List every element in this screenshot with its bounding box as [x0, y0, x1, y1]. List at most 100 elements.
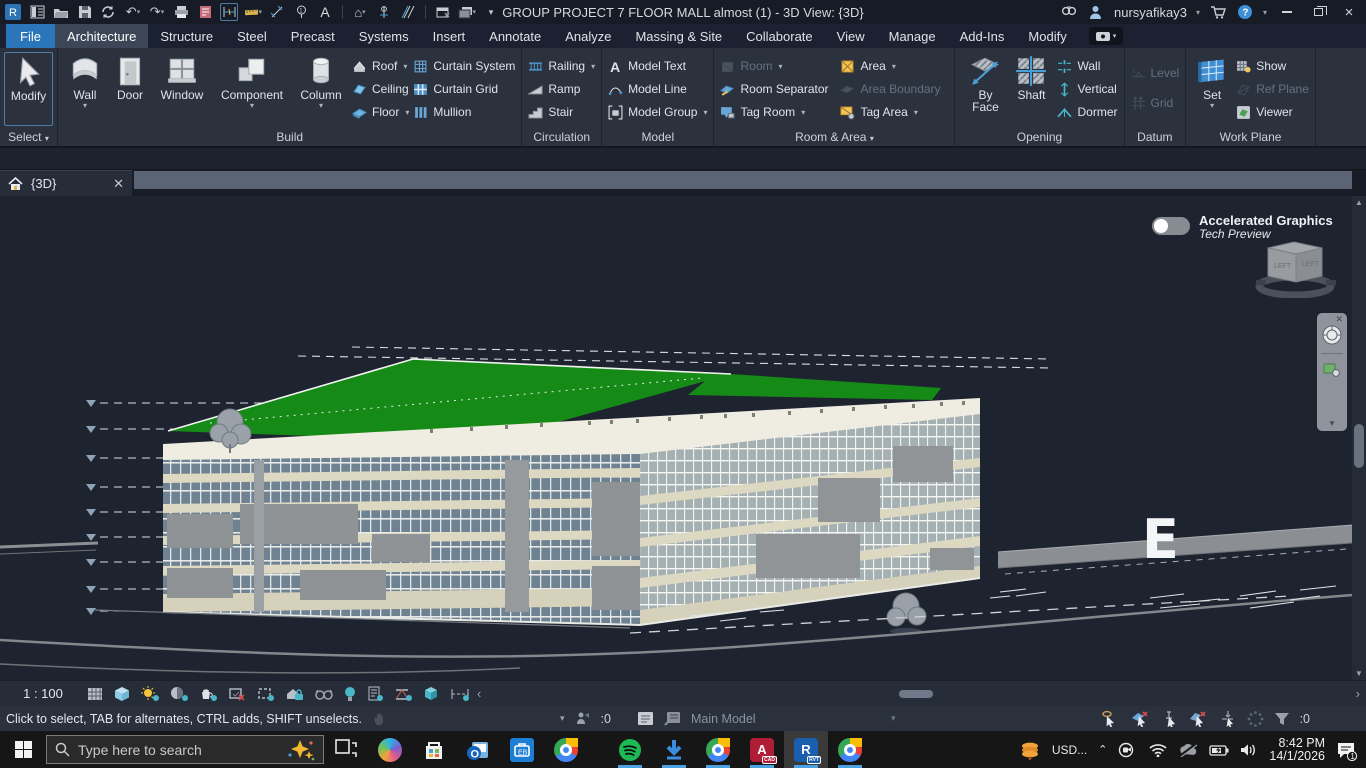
window-button[interactable]: Window	[154, 52, 210, 126]
sun-path-icon[interactable]	[140, 685, 160, 703]
floor-button[interactable]: Floor▾	[352, 101, 409, 123]
vertical-scrollbar-thumb[interactable]	[1354, 424, 1364, 468]
background-processes-icon[interactable]	[1247, 710, 1264, 727]
area-boundary-button[interactable]: Area Boundary	[840, 78, 948, 100]
measure-icon[interactable]: ▾	[244, 3, 262, 21]
customize-qat-icon[interactable]: ▾	[482, 3, 500, 21]
currency-widget-icon[interactable]	[1019, 739, 1041, 761]
panel-label-room-area[interactable]: Room & Area ▾	[714, 130, 954, 144]
shadows-icon[interactable]	[169, 685, 189, 703]
select-links-icon[interactable]	[1101, 710, 1121, 727]
chrome-window-2-button[interactable]	[828, 731, 872, 768]
door-button[interactable]: Door	[110, 52, 150, 126]
close-view-icon[interactable]: ✕	[113, 176, 124, 192]
restore-button[interactable]	[1307, 3, 1329, 21]
room-button[interactable]: Room▾	[720, 55, 836, 77]
tab-analyze[interactable]: Analyze	[553, 24, 623, 48]
outlook-button[interactable]: O	[456, 731, 500, 768]
scale-button[interactable]: 1 : 100	[14, 686, 72, 701]
visual-style-icon[interactable]	[113, 685, 131, 703]
vertical-scrollbar[interactable]: ▲ ▼	[1352, 196, 1366, 680]
aligned-dimension-icon[interactable]	[220, 3, 238, 21]
tab-annotate[interactable]: Annotate	[477, 24, 553, 48]
tab-file[interactable]: File	[6, 24, 55, 48]
column-button[interactable]: Column▾	[294, 52, 348, 126]
sync-icon[interactable]	[100, 3, 118, 21]
minimize-button[interactable]	[1276, 3, 1298, 21]
properties-icon[interactable]	[28, 3, 46, 21]
active-model-label[interactable]: Main Model	[691, 712, 881, 726]
taskbar-search[interactable]: Type here to search	[46, 735, 324, 764]
select-pinned-icon[interactable]	[1161, 710, 1179, 727]
search-icon[interactable]	[1060, 3, 1078, 21]
tab-precast[interactable]: Precast	[279, 24, 347, 48]
worksets-icon[interactable]	[575, 711, 591, 726]
tab-architecture[interactable]: Architecture	[55, 24, 148, 48]
onedrive-icon[interactable]	[1178, 743, 1198, 757]
tab-insert[interactable]: Insert	[421, 24, 478, 48]
open-icon[interactable]	[52, 3, 70, 21]
hidden-icons-chevron[interactable]: ⌃	[1098, 743, 1107, 756]
start-button[interactable]	[0, 731, 46, 768]
currency-label[interactable]: USD...	[1052, 743, 1087, 757]
ceiling-button[interactable]: Ceiling	[352, 78, 409, 100]
close-inactive-windows-icon[interactable]	[434, 3, 452, 21]
area-button[interactable]: Area▾	[840, 55, 948, 77]
grid-button[interactable]: Grid	[1131, 92, 1180, 114]
tab-view[interactable]: View	[825, 24, 877, 48]
meet-now-icon[interactable]	[1118, 742, 1138, 758]
component-button[interactable]: Component▾	[214, 52, 290, 126]
revit-logo-icon[interactable]: R	[4, 3, 22, 21]
tab-add-ins[interactable]: Add-Ins	[948, 24, 1017, 48]
drag-on-selection-icon[interactable]	[1219, 710, 1237, 727]
wall-button[interactable]: Wall▾	[64, 52, 106, 126]
tab-steel[interactable]: Steel	[225, 24, 279, 48]
tab-structure[interactable]: Structure	[148, 24, 225, 48]
view-tab-3d[interactable]: {3D} ✕	[0, 170, 132, 196]
roof-button[interactable]: Roof▾	[352, 55, 409, 77]
navbar-close-icon[interactable]: ✕	[1335, 315, 1343, 324]
switch-windows-icon[interactable]: ▾	[458, 3, 476, 21]
curtain-system-button[interactable]: Curtain System	[413, 55, 515, 77]
reveal-constraints-icon[interactable]	[449, 685, 471, 703]
mullion-button[interactable]: Mullion	[413, 101, 515, 123]
tab-massing-site[interactable]: Massing & Site	[623, 24, 734, 48]
cart-icon[interactable]	[1209, 3, 1227, 21]
show-work-plane-button[interactable]: Show	[1236, 55, 1309, 77]
accelerated-graphics-toggle[interactable]	[1152, 217, 1190, 235]
help-icon[interactable]: ?	[1236, 3, 1254, 21]
store-button[interactable]	[412, 731, 456, 768]
copilot-button[interactable]	[368, 731, 412, 768]
navigation-bar[interactable]: ✕ ▾	[1317, 313, 1347, 431]
tag-area-button[interactable]: Tag Area▾	[840, 101, 948, 123]
scrollbar-right-icon[interactable]: ›	[1356, 686, 1360, 701]
ramp-button[interactable]: Ramp	[528, 78, 595, 100]
scroll-up-icon[interactable]: ▲	[1352, 198, 1366, 207]
thin-lines-icon[interactable]	[399, 3, 417, 21]
chrome-button[interactable]	[544, 731, 588, 768]
editing-requests-icon[interactable]	[637, 711, 654, 726]
select-underlay-icon[interactable]	[1131, 710, 1151, 727]
modify-button[interactable]: Modify	[4, 52, 53, 126]
locked-view-icon[interactable]	[285, 685, 305, 703]
crop-region-icon[interactable]	[256, 685, 276, 703]
tab-modify[interactable]: Modify	[1016, 24, 1078, 48]
room-separator-button[interactable]: Room Separator	[720, 78, 836, 100]
autocad-button[interactable]: ACAD	[740, 731, 784, 768]
detail-level-icon[interactable]	[86, 685, 104, 703]
text-icon[interactable]: A	[316, 3, 334, 21]
revit-button[interactable]: RRVT	[784, 731, 828, 768]
close-button[interactable]: ×	[1338, 3, 1360, 21]
model-line-button[interactable]: Model Line	[608, 78, 707, 100]
tag-room-button[interactable]: Tag Room▾	[720, 101, 836, 123]
battery-icon[interactable]	[1209, 744, 1229, 756]
dimension-icon[interactable]	[268, 3, 286, 21]
tab-collaborate[interactable]: Collaborate	[734, 24, 825, 48]
model-dropdown-chevron-icon[interactable]: ▾	[891, 713, 896, 724]
horizontal-scrollbar-thumb[interactable]	[899, 690, 933, 698]
editable-only-icon[interactable]	[664, 711, 681, 726]
save-icon[interactable]	[76, 3, 94, 21]
displacement-set-icon[interactable]	[422, 685, 440, 703]
viewer-button[interactable]: Viewer	[1236, 101, 1309, 123]
horizontal-scrollbar[interactable]	[487, 688, 1343, 700]
